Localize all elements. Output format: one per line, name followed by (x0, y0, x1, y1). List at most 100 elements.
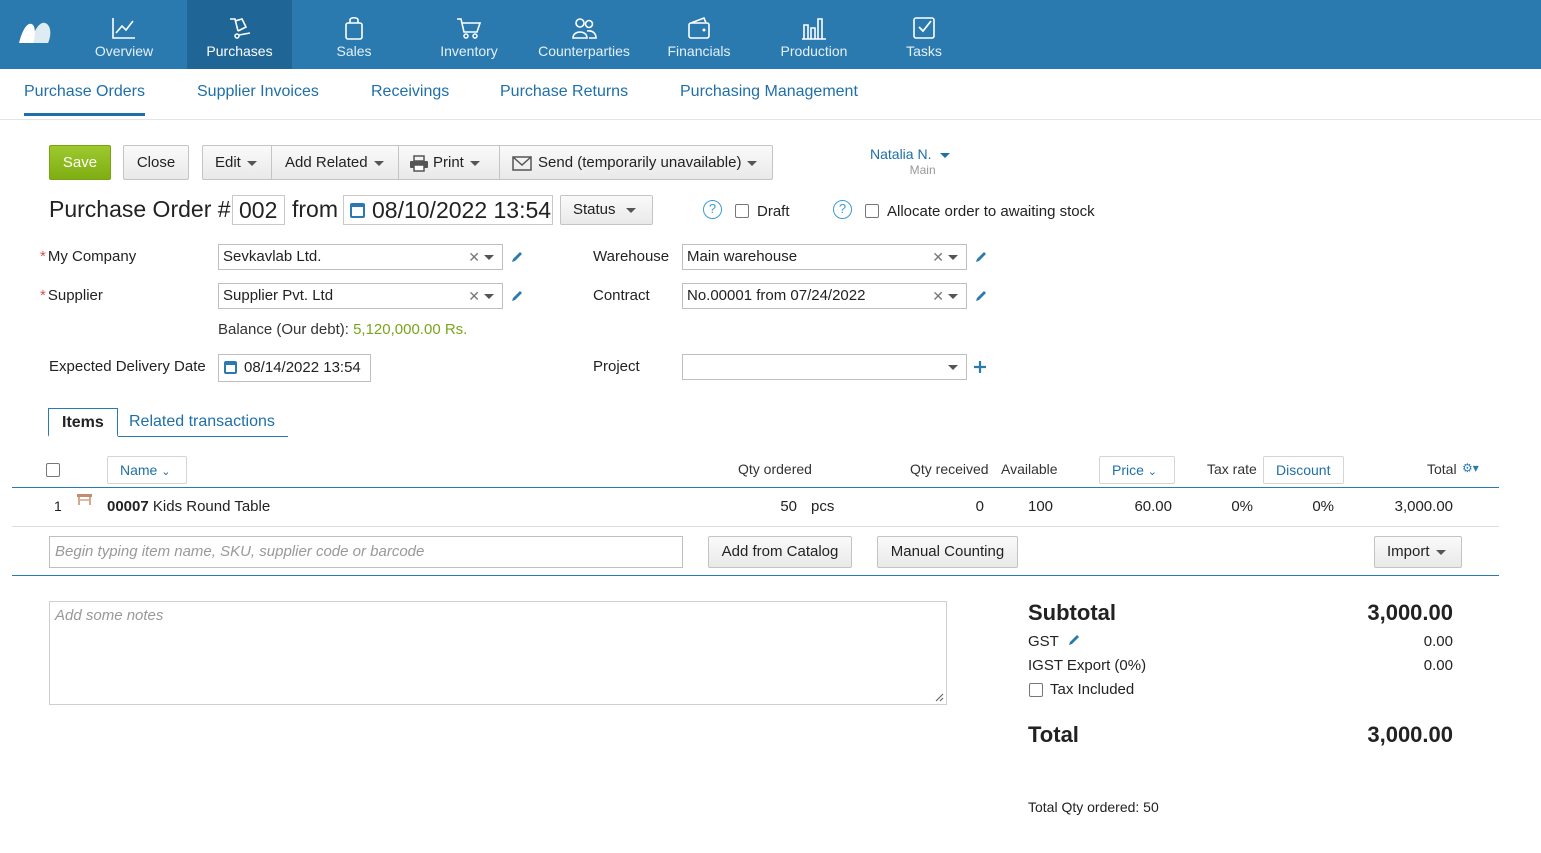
edit-pencil-icon[interactable] (510, 289, 524, 303)
name-column-sort[interactable]: Name ⌄ (107, 456, 187, 484)
subtotal-label: Subtotal (1028, 600, 1116, 625)
printer-icon (410, 154, 428, 172)
nav-inventory[interactable]: Inventory (429, 0, 509, 69)
clear-icon[interactable]: ✕ (468, 245, 480, 269)
clear-icon[interactable]: ✕ (468, 284, 480, 308)
chevron-down-icon[interactable] (484, 255, 494, 260)
print-button[interactable]: Print (399, 146, 500, 179)
row-divider (12, 526, 1499, 527)
calendar-icon[interactable] (350, 203, 365, 218)
save-button[interactable]: Save (49, 145, 111, 180)
factory-icon (802, 18, 826, 40)
subnav-purchase-orders[interactable]: Purchase Orders (24, 83, 145, 116)
nav-production-label: Production (780, 43, 848, 59)
manual-counting-button[interactable]: Manual Counting (877, 536, 1018, 568)
nav-sales[interactable]: Sales (314, 0, 394, 69)
send-button[interactable]: Send (temporarily unavailable) (500, 146, 772, 179)
edit-pencil-icon[interactable] (1067, 633, 1081, 647)
delivery-date-input[interactable]: 08/14/2022 13:54 (218, 354, 371, 382)
nav-tasks[interactable]: Tasks (884, 0, 964, 69)
tab-items[interactable]: Items (48, 408, 118, 437)
edit-pencil-icon[interactable] (974, 250, 988, 264)
total-value: 3,000.00 (1367, 722, 1453, 747)
tax-cell[interactable]: 0% (1210, 498, 1253, 515)
discount-column-button[interactable]: Discount (1263, 456, 1344, 484)
order-date-input[interactable]: 08/10/2022 13:54 (343, 195, 553, 225)
subnav-purchase-returns[interactable]: Purchase Returns (500, 83, 628, 101)
gst-label: GST (1028, 633, 1081, 650)
tax-included-checkbox[interactable] (1029, 683, 1043, 697)
edit-pencil-icon[interactable] (974, 289, 988, 303)
close-button[interactable]: Close (123, 145, 189, 180)
wallet-icon (688, 16, 710, 39)
nav-overview-label: Overview (94, 43, 154, 59)
draft-checkbox[interactable] (735, 204, 749, 218)
delivery-date-value: 08/14/2022 13:54 (244, 359, 361, 376)
edit-pencil-icon[interactable] (510, 250, 524, 264)
item-name-cell[interactable]: 00007 Kids Round Table (107, 498, 270, 515)
price-header-label: Price (1112, 462, 1144, 478)
add-plus-icon[interactable] (973, 360, 987, 374)
qty-received-header: Qty received (910, 461, 989, 477)
table-footer-divider (12, 575, 1499, 576)
project-select[interactable] (682, 354, 967, 380)
nav-financials[interactable]: Financials (659, 0, 739, 69)
column-settings-gear-icon[interactable]: ⚙▾ (1462, 461, 1479, 475)
nav-purchases[interactable]: Purchases (187, 0, 292, 69)
allocate-checkbox[interactable] (865, 204, 879, 218)
item-search-input[interactable]: Begin typing item name, SKU, supplier co… (49, 536, 683, 568)
unit-cell: pcs (811, 498, 835, 515)
import-button[interactable]: Import (1374, 536, 1462, 568)
qty-cell[interactable]: 50 (770, 498, 797, 515)
total-header: Total (1427, 461, 1457, 477)
subnav-purchasing-management[interactable]: Purchasing Management (680, 83, 858, 101)
received-cell: 0 (975, 498, 984, 515)
subnav-receivings[interactable]: Receivings (371, 83, 449, 101)
envelope-icon (512, 155, 532, 171)
discount-cell[interactable]: 0% (1290, 498, 1334, 515)
product-thumbnail-icon (77, 494, 92, 505)
toolbar-button-group: Edit Add Related Print Send (temporarily… (202, 145, 773, 180)
select-all-checkbox[interactable] (46, 463, 60, 477)
purchases-icon (229, 18, 250, 39)
sub-navigation: Purchase Orders Supplier Invoices Receiv… (0, 69, 1541, 120)
edit-button[interactable]: Edit (203, 146, 272, 179)
add-related-button[interactable]: Add Related (272, 146, 399, 179)
nav-counterparties[interactable]: Counterparties (534, 0, 634, 69)
nav-production[interactable]: Production (774, 0, 854, 69)
chevron-down-icon[interactable] (484, 294, 494, 299)
order-number-input[interactable]: 002 (232, 195, 285, 225)
nav-inventory-label: Inventory (440, 43, 498, 59)
available-header: Available (1001, 461, 1058, 477)
my-company-select[interactable]: Sevkavlab Ltd. ✕ (218, 244, 503, 270)
warehouse-select[interactable]: Main warehouse ✕ (682, 244, 967, 270)
draft-help-icon[interactable]: ? (703, 200, 722, 219)
clear-icon[interactable]: ✕ (932, 245, 944, 269)
available-cell: 100 (1028, 498, 1054, 515)
nav-overview[interactable]: Overview (84, 0, 164, 69)
contract-select[interactable]: No.00001 from 07/24/2022 ✕ (682, 283, 967, 309)
price-column-sort[interactable]: Price ⌄ (1099, 456, 1175, 484)
chevron-down-icon[interactable] (948, 294, 958, 299)
tab-related-transactions[interactable]: Related transactions (116, 408, 288, 437)
price-cell[interactable]: 60.00 (1100, 498, 1172, 515)
chart-line-icon (112, 18, 135, 39)
chevron-down-icon[interactable] (948, 365, 958, 370)
status-label: Status (573, 201, 616, 218)
allocate-help-icon[interactable]: ? (833, 200, 852, 219)
subnav-supplier-invoices[interactable]: Supplier Invoices (197, 83, 319, 101)
clear-icon[interactable]: ✕ (932, 284, 944, 308)
nav-counterparties-label: Counterparties (538, 43, 630, 59)
order-date-value: 08/10/2022 13:54 (372, 197, 552, 223)
add-from-catalog-button[interactable]: Add from Catalog (708, 536, 852, 568)
resize-handle-icon[interactable] (934, 692, 944, 702)
page-title: Purchase Order # (49, 196, 231, 222)
draft-label: Draft (757, 203, 790, 220)
chevron-down-icon[interactable] (948, 255, 958, 260)
app-logo-icon[interactable] (17, 17, 53, 47)
notes-textarea[interactable]: Add some notes (49, 601, 947, 705)
user-menu[interactable]: Natalia N. Main (870, 146, 950, 177)
status-dropdown[interactable]: Status (560, 195, 653, 225)
calendar-icon[interactable] (224, 361, 237, 374)
supplier-select[interactable]: Supplier Pvt. Ltd ✕ (218, 283, 503, 309)
